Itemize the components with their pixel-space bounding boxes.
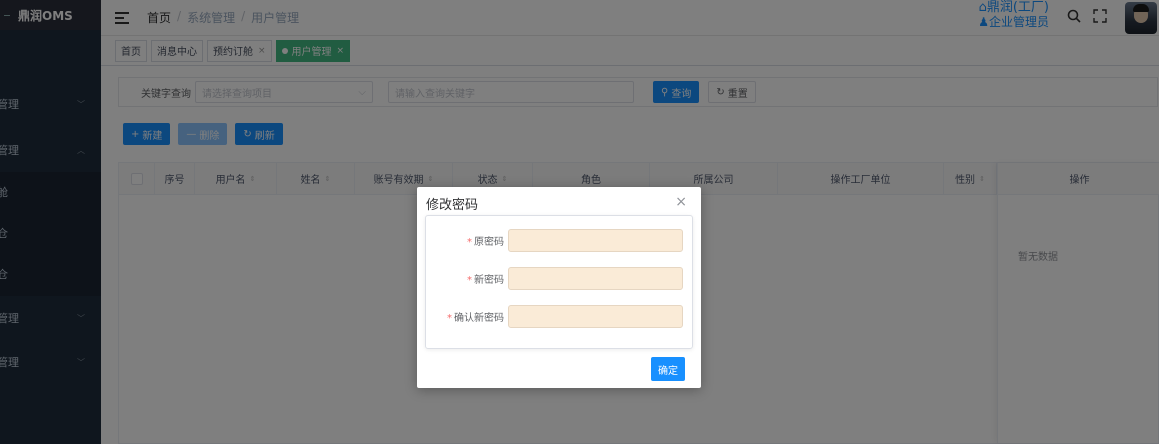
change-password-dialog: 修改密码 × * 原密码 * 新密码 * 确认新密码 确定 (417, 187, 701, 388)
confirm-button[interactable]: 确定 (651, 357, 685, 381)
form-row: * 确认新密码 (426, 304, 692, 328)
dialog-title: 修改密码 (426, 198, 479, 213)
form-row: * 原密码 (426, 228, 692, 252)
confirm-password-input[interactable] (508, 304, 683, 328)
new-password-input[interactable] (508, 266, 683, 290)
field-label: * 确认新密码 (447, 312, 504, 324)
old-password-input[interactable] (508, 228, 683, 252)
field-label: * 新密码 (467, 274, 504, 286)
close-icon[interactable]: × (675, 194, 687, 210)
field-label: * 原密码 (467, 236, 504, 248)
form-row: * 新密码 (426, 266, 692, 290)
password-form: * 原密码 * 新密码 * 确认新密码 (425, 215, 693, 349)
